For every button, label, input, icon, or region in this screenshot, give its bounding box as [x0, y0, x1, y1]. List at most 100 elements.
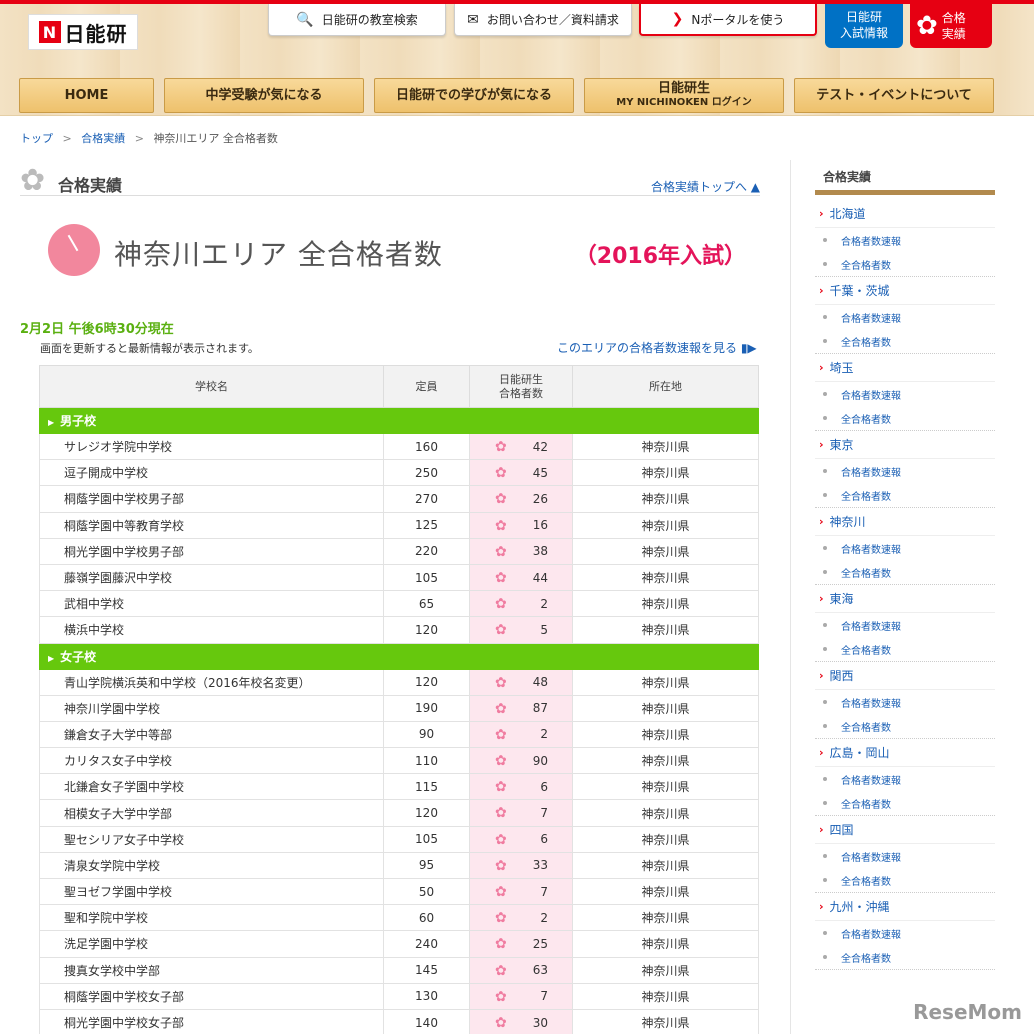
contact-button[interactable]: ✉ お問い合わせ／資料請求	[454, 4, 632, 36]
sidebar-sub-link[interactable]: 全合格者数	[815, 637, 995, 661]
passed-cell: ✿ 33	[469, 851, 573, 880]
breadcrumb-top[interactable]: トップ	[20, 132, 53, 145]
sidebar-sub-link[interactable]: 全合格者数	[815, 329, 995, 353]
sidebar-sub-link[interactable]: 全合格者数	[815, 714, 995, 738]
sidebar-region-link[interactable]: › 埼玉	[815, 354, 995, 382]
chevron-right-icon: ›	[819, 284, 824, 297]
school-name: 相模女子大学中学部	[39, 799, 384, 827]
sidebar-sub-link[interactable]: 全合格者数	[815, 945, 995, 969]
sidebar-sub-link[interactable]: 合格者数速報	[815, 613, 995, 637]
bullet-dot-icon	[823, 570, 827, 574]
passed-count: 33	[532, 858, 548, 873]
sidebar-sub-link[interactable]: 合格者数速報	[815, 305, 995, 329]
sidebar-region-link[interactable]: › 北海道	[815, 200, 995, 228]
sidebar-sub-link[interactable]: 合格者数速報	[815, 536, 995, 560]
sidebar-region-link[interactable]: › 東京	[815, 431, 995, 459]
sidebar-region-link[interactable]: › 千葉・茨城	[815, 277, 995, 305]
entrance-info-line2: 入試情報	[839, 26, 888, 40]
sidebar-sub-label: 合格者数速報	[841, 236, 901, 248]
bullet-dot-icon	[823, 647, 827, 651]
nav-my-nichinoken[interactable]: 日能研生 MY NICHINOKEN ログイン	[584, 78, 784, 113]
sidebar-sub-link[interactable]: 合格者数速報	[815, 921, 995, 945]
sidebar-sub-link[interactable]: 合格者数速報	[815, 767, 995, 791]
passed-cell: ✿ 26	[469, 485, 573, 513]
bullet-dot-icon	[823, 392, 827, 396]
passed-count: 26	[532, 491, 548, 506]
capacity: 90	[383, 720, 470, 749]
passed-cell: ✿ 7	[469, 799, 573, 827]
bullet-dot-icon	[823, 469, 827, 473]
update-note: 画面を更新すると最新情報が表示されます。	[40, 342, 259, 355]
table-row: 桐蔭学園中学校男子部 270 ✿ 26 神奈川県	[39, 485, 759, 513]
sidebar-sub-label: 合格者数速報	[841, 621, 901, 633]
sidebar-region-label: 千葉・茨城	[829, 284, 890, 298]
sidebar-region-link[interactable]: › 東海	[815, 585, 995, 613]
sidebar-sub-link[interactable]: 合格者数速報	[815, 690, 995, 714]
entrance-info-button[interactable]: 日能研 入試情報	[825, 4, 903, 48]
school-name: カリタス女子中学校	[39, 747, 384, 775]
sidebar-sub-link[interactable]: 全合格者数	[815, 483, 995, 507]
location: 神奈川県	[572, 1008, 759, 1034]
sidebar-region-group: › 神奈川 合格者数速報 全合格者数	[815, 508, 995, 585]
nav-juken[interactable]: 中学受験が気になる	[164, 78, 364, 113]
sidebar-sub-link[interactable]: 合格者数速報	[815, 228, 995, 252]
chevron-right-icon: ❯	[671, 11, 684, 27]
location: 神奈川県	[572, 851, 759, 880]
capacity: 120	[383, 668, 470, 696]
breadcrumb-results[interactable]: 合格実績	[81, 132, 125, 145]
breadcrumb-current: 神奈川エリア 全合格者数	[153, 132, 278, 145]
results-top-link[interactable]: 合格実績トップへ ▲	[651, 178, 760, 195]
header-location: 所在地	[572, 365, 759, 408]
sidebar-sub-label: 全合格者数	[841, 337, 891, 349]
bullet-dot-icon	[823, 623, 827, 627]
nav-home[interactable]: HOME	[19, 78, 154, 113]
sidebar-sub-link[interactable]: 全合格者数	[815, 560, 995, 584]
chevron-right-icon: ›	[819, 823, 824, 836]
location: 神奈川県	[572, 485, 759, 513]
sidebar-region-link[interactable]: › 四国	[815, 816, 995, 844]
sidebar-region-label: 広島・岡山	[829, 746, 890, 760]
n-portal-button[interactable]: ❯ Nポータルを使う	[639, 4, 817, 36]
nav-manabi[interactable]: 日能研での学びが気になる	[374, 78, 574, 113]
passed-count: 45	[532, 465, 548, 480]
table-row: 桐光学園中学校男子部 220 ✿ 38 神奈川県	[39, 537, 759, 565]
site-logo[interactable]: N 日能研	[28, 14, 138, 50]
sidebar-region-link[interactable]: › 神奈川	[815, 508, 995, 536]
capacity: 60	[383, 904, 470, 932]
sidebar-sub-label: 合格者数速報	[841, 929, 901, 941]
sidebar-sub-link[interactable]: 全合格者数	[815, 252, 995, 276]
bullet-dot-icon	[823, 777, 827, 781]
school-name: 聖和学院中学校	[39, 904, 384, 932]
classroom-search-button[interactable]: 🔍 日能研の教室検索	[268, 4, 446, 36]
passed-cell: ✿ 45	[469, 459, 573, 487]
sakura-icon: ✿	[495, 884, 507, 900]
passed-cell: ✿ 90	[469, 747, 573, 775]
sidebar-sub-link[interactable]: 合格者数速報	[815, 382, 995, 406]
chevron-right-icon: ›	[819, 669, 824, 682]
school-name: 桐蔭学園中学校女子部	[39, 982, 384, 1010]
table-header-row: 学校名 定員 日能研生 合格者数 所在地	[39, 365, 759, 408]
sidebar-region-link[interactable]: › 九州・沖縄	[815, 893, 995, 921]
passed-cell: ✿ 7	[469, 982, 573, 1010]
sidebar-sub-link[interactable]: 全合格者数	[815, 406, 995, 430]
results-button[interactable]: ✿ 合格 実績	[910, 4, 992, 48]
passed-cell: ✿ 6	[469, 825, 573, 853]
section-title: 合格実績	[58, 176, 123, 195]
sidebar-region-link[interactable]: › 関西	[815, 662, 995, 690]
sidebar-sub-link[interactable]: 全合格者数	[815, 868, 995, 892]
sidebar-region-link[interactable]: › 広島・岡山	[815, 739, 995, 767]
capacity: 115	[383, 773, 470, 801]
capacity: 120	[383, 616, 470, 644]
category-row: ▶ 女子校	[39, 642, 759, 670]
location: 神奈川県	[572, 825, 759, 853]
school-name: 鎌倉女子大学中等部	[39, 720, 384, 749]
nav-test-event[interactable]: テスト・イベントについて	[794, 78, 994, 113]
sidebar-sub-link[interactable]: 合格者数速報	[815, 459, 995, 483]
sidebar-sub-link[interactable]: 合格者数速報	[815, 844, 995, 868]
sidebar-sub-link[interactable]: 全合格者数	[815, 791, 995, 815]
area-sokuho-link[interactable]: このエリアの合格者数速報を見る ▮▶	[557, 339, 757, 356]
chevron-right-icon: ›	[819, 438, 824, 451]
envelope-icon: ✉	[467, 11, 479, 28]
capacity: 240	[383, 930, 470, 958]
sakura-icon: ✿	[495, 910, 507, 927]
